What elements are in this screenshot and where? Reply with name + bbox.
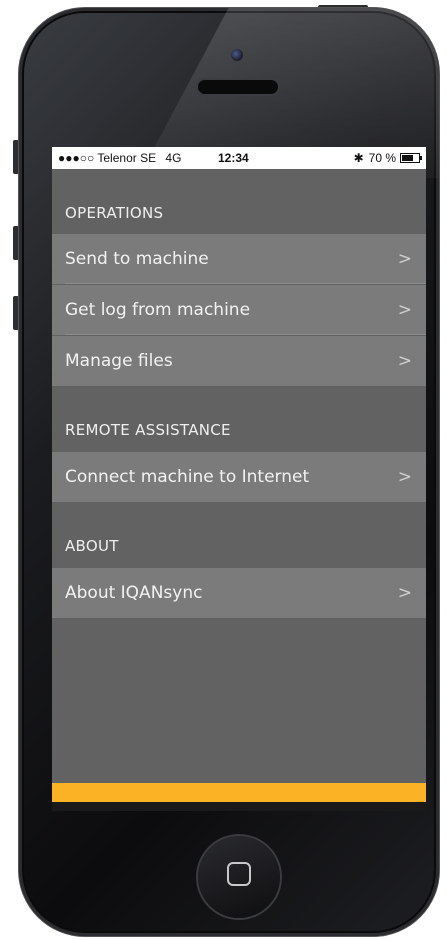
accent-bar bbox=[52, 783, 426, 802]
home-square-icon bbox=[227, 862, 251, 886]
bluetooth-icon: ✱ bbox=[353, 151, 364, 165]
page: ●●●○○ Telenor SE 4G 12:34 ✱ 70 % OPERATI… bbox=[0, 0, 447, 940]
menu-item-send-to-machine[interactable]: Send to machine > bbox=[52, 234, 426, 284]
menu-item-manage-files[interactable]: Manage files > bbox=[52, 336, 426, 386]
menu-item-label: Send to machine bbox=[65, 249, 209, 269]
chevron-right-icon: > bbox=[397, 300, 412, 320]
chevron-right-icon: > bbox=[397, 351, 412, 371]
battery-fill bbox=[402, 155, 413, 161]
carrier-name: Telenor SE bbox=[97, 151, 157, 165]
menu-item-label: About IQANsync bbox=[65, 583, 203, 603]
status-bar: ●●●○○ Telenor SE 4G 12:34 ✱ 70 % bbox=[52, 147, 426, 169]
menu-item-label: Manage files bbox=[65, 351, 173, 371]
battery-icon bbox=[400, 153, 422, 163]
menu-item-connect-internet[interactable]: Connect machine to Internet > bbox=[52, 452, 426, 502]
menu-item-get-log[interactable]: Get log from machine > bbox=[52, 285, 426, 335]
battery-percent: 70 % bbox=[368, 151, 396, 165]
battery-tip bbox=[420, 156, 422, 160]
network-type: 4G bbox=[165, 151, 182, 165]
screen-bottom-edge bbox=[52, 802, 426, 811]
status-right-group: ✱ 70 % bbox=[353, 151, 422, 165]
menu-item-label: Connect machine to Internet bbox=[65, 467, 310, 487]
section-header-remote-assistance: REMOTE ASSISTANCE bbox=[65, 421, 231, 439]
chevron-right-icon: > bbox=[397, 583, 412, 603]
chevron-right-icon: > bbox=[397, 467, 412, 487]
status-carrier-group: ●●●○○ Telenor SE 4G bbox=[58, 151, 181, 165]
app-screen: ●●●○○ Telenor SE 4G 12:34 ✱ 70 % OPERATI… bbox=[52, 147, 426, 811]
chevron-right-icon: > bbox=[397, 249, 412, 269]
section-header-operations: OPERATIONS bbox=[65, 204, 164, 222]
status-time: 12:34 bbox=[218, 151, 249, 165]
menu-item-about-iqansync[interactable]: About IQANsync > bbox=[52, 568, 426, 618]
signal-strength-icon: ●●●○○ bbox=[58, 151, 95, 165]
earpiece-speaker bbox=[198, 80, 278, 94]
front-camera bbox=[231, 49, 243, 61]
menu-item-label: Get log from machine bbox=[65, 300, 251, 320]
section-header-about: ABOUT bbox=[65, 537, 119, 555]
